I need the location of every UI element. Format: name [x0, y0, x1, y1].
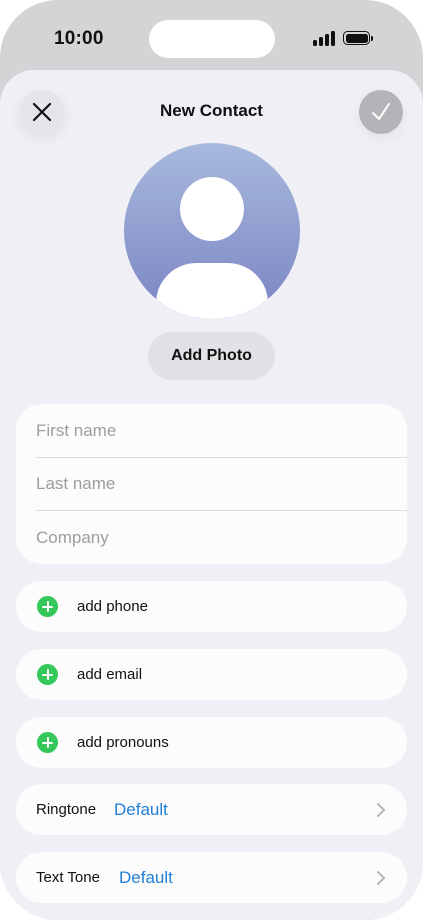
checkmark-icon: [372, 103, 390, 120]
text-tone-row[interactable]: Text Tone Default: [16, 852, 407, 903]
status-bar: 10:00: [0, 0, 423, 72]
first-name-field[interactable]: First name: [36, 404, 407, 457]
new-contact-sheet: New Contact Add Photo First name Last na…: [0, 70, 423, 920]
company-field[interactable]: Company: [36, 511, 407, 564]
ringtone-label: Ringtone: [36, 801, 97, 818]
text-tone-value: Default: [119, 867, 173, 887]
signal-icon: [313, 30, 337, 46]
plus-circle-icon: [37, 664, 58, 685]
contact-avatar: [124, 143, 300, 319]
battery-icon: [343, 31, 373, 45]
last-name-field[interactable]: Last name: [36, 457, 407, 510]
chevron-right-icon: [377, 803, 385, 817]
add-phone-row[interactable]: add phone: [16, 581, 407, 632]
plus-circle-icon: [37, 732, 58, 753]
plus-circle-icon: [37, 596, 58, 617]
chevron-right-icon: [377, 871, 385, 885]
add-pronouns-label: add pronouns: [77, 734, 169, 751]
add-pronouns-row[interactable]: add pronouns: [16, 717, 407, 768]
add-photo-button[interactable]: Add Photo: [148, 332, 275, 380]
text-tone-label: Text Tone: [36, 869, 100, 886]
ringtone-value: Default: [114, 799, 168, 819]
add-email-label: add email: [77, 666, 143, 683]
person-placeholder-icon: [180, 177, 244, 241]
phone-screen: 10:00 New Contact Add Photo First name L…: [0, 0, 423, 920]
status-time: 10:00: [54, 28, 104, 49]
done-button[interactable]: [359, 90, 403, 134]
add-email-row[interactable]: add email: [16, 649, 407, 700]
ringtone-row[interactable]: Ringtone Default: [16, 784, 407, 835]
add-phone-label: add phone: [77, 598, 148, 615]
name-fields-card: First name Last name Company: [16, 404, 407, 564]
dynamic-island: [149, 20, 275, 58]
